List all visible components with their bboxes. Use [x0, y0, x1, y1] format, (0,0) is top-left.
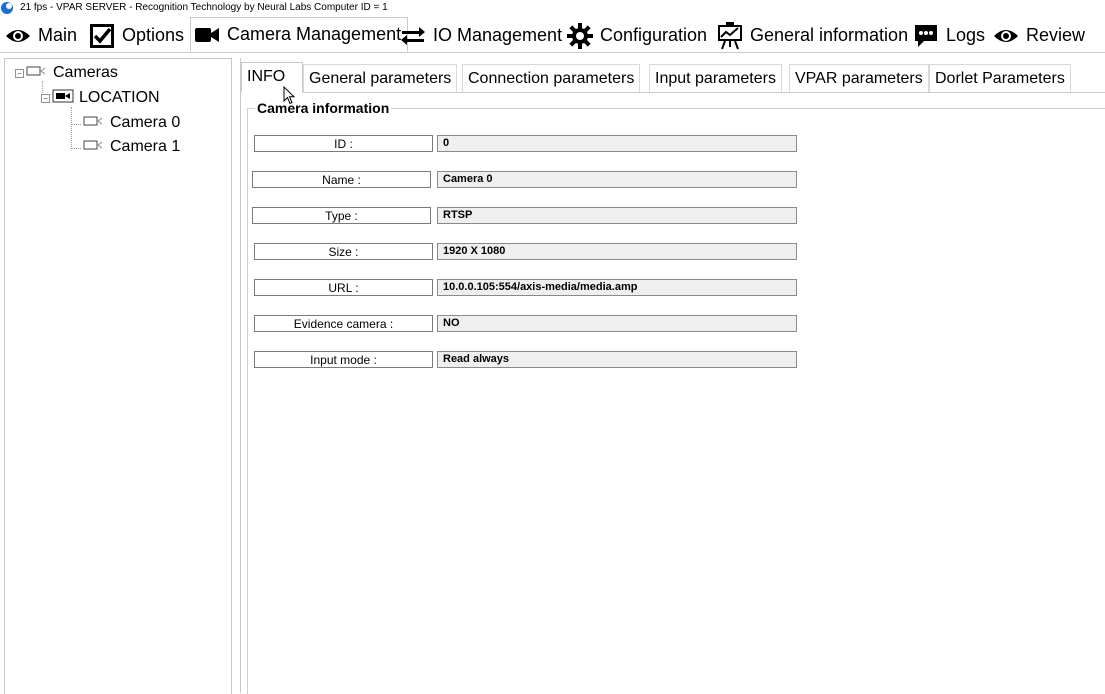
camera-outline-icon	[83, 114, 105, 132]
tab-general-parameters[interactable]: General parameters	[303, 64, 458, 92]
group-title: Camera information	[255, 100, 392, 116]
tab-configuration[interactable]: Configuration	[566, 19, 707, 52]
camera-outline-icon	[26, 64, 48, 82]
tab-label: Review	[1026, 25, 1086, 45]
checkbox-icon	[88, 22, 116, 50]
evidence-camera-value: NO	[437, 315, 797, 332]
tab-label: Configuration	[600, 25, 708, 45]
collapse-icon[interactable]: −	[41, 93, 50, 103]
tab-dorlet-parameters[interactable]: Dorlet Parameters	[929, 64, 1071, 92]
tab-main[interactable]: Main	[4, 19, 77, 52]
tab-label: Main	[38, 25, 78, 45]
tree-connector	[71, 148, 81, 149]
camera-detail-panel: INFO General parameters Connection param…	[240, 58, 1105, 694]
tab-connection-parameters[interactable]: Connection parameters	[462, 64, 641, 92]
tab-label: Camera Management	[227, 24, 402, 44]
eye-icon	[4, 22, 32, 50]
mouse-cursor-icon	[283, 86, 296, 105]
gear-icon	[566, 22, 594, 50]
tree-connector	[71, 124, 81, 125]
tab-label: Logs	[946, 25, 986, 45]
url-label: URL :	[254, 279, 433, 296]
chat-bubble-icon	[912, 22, 940, 50]
name-label: Name :	[252, 171, 431, 188]
id-label: ID :	[254, 135, 433, 152]
camera-group-icon	[52, 89, 74, 108]
sub-tab-bar: INFO General parameters Connection param…	[241, 62, 1105, 93]
tab-logs[interactable]: Logs	[912, 19, 985, 52]
tree-item-label: Cameras	[53, 64, 118, 81]
tab-camera-management[interactable]: Camera Management	[190, 17, 409, 52]
camera-tree: − Cameras − LOCATION Camera 0 Camera 1	[4, 58, 232, 694]
tab-io-management[interactable]: IO Management	[399, 19, 562, 52]
tree-item-label: Camera 0	[110, 114, 181, 131]
tab-general-information[interactable]: General information	[716, 19, 908, 52]
video-camera-icon	[193, 21, 221, 49]
tab-vpar-parameters[interactable]: VPAR parameters	[789, 64, 929, 92]
tab-label: General information	[750, 25, 909, 45]
window-title: 21 fps - VPAR SERVER - Recognition Techn…	[20, 2, 388, 13]
tab-review[interactable]: Review	[992, 19, 1085, 52]
tab-label: Options	[122, 25, 185, 45]
tree-item-camera[interactable]: Camera 1	[83, 136, 180, 158]
app-logo-icon	[1, 2, 13, 14]
url-value: 10.0.0.105:554/axis-media/media.amp	[437, 279, 797, 296]
tree-item-label: Camera 1	[110, 138, 181, 155]
tree-item-location[interactable]: − LOCATION	[41, 87, 160, 109]
tree-item-camera[interactable]: Camera 0	[83, 112, 180, 134]
main-tab-bar: Main Options Camera Management IO Manage…	[0, 17, 1105, 53]
evidence-camera-label: Evidence camera :	[254, 315, 433, 332]
swap-arrows-icon	[399, 22, 427, 50]
size-label: Size :	[254, 243, 433, 260]
eye-icon	[992, 22, 1020, 50]
camera-information-group: Camera information ID : 0 Name : Camera …	[247, 100, 1105, 694]
input-mode-value: Read always	[437, 351, 797, 368]
presentation-chart-icon	[716, 21, 744, 50]
type-value: RTSP	[437, 207, 797, 224]
id-value: 0	[437, 135, 797, 152]
camera-outline-icon	[83, 138, 105, 156]
title-bar: 21 fps - VPAR SERVER - Recognition Techn…	[0, 0, 1105, 16]
tab-label: IO Management	[433, 25, 563, 45]
name-value: Camera 0	[437, 171, 797, 188]
tab-options[interactable]: Options	[88, 19, 184, 52]
tree-item-label: LOCATION	[79, 89, 160, 106]
type-label: Type :	[252, 207, 431, 224]
input-mode-label: Input mode :	[254, 351, 433, 368]
tree-item-cameras[interactable]: − Cameras	[15, 62, 118, 84]
size-value: 1920 X 1080	[437, 243, 797, 260]
tab-input-parameters[interactable]: Input parameters	[649, 64, 782, 92]
collapse-icon[interactable]: −	[15, 68, 24, 78]
tree-connector	[71, 107, 72, 149]
